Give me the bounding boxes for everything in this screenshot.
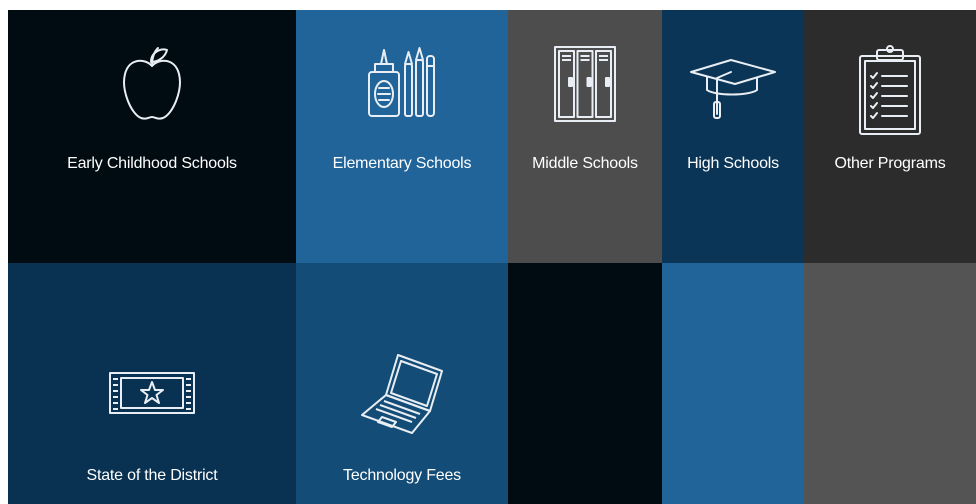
- school-supplies-icon: [365, 44, 439, 124]
- tile-early-childhood-schools[interactable]: Early Childhood Schools: [8, 10, 296, 263]
- tile-high-schools[interactable]: High Schools: [662, 10, 804, 263]
- apple-icon: [117, 44, 187, 124]
- tile-other-programs[interactable]: Other Programs: [804, 10, 976, 263]
- ticket-star-icon: [107, 369, 197, 417]
- tile-technology-fees[interactable]: Technology Fees: [296, 263, 508, 504]
- empty-tile: [804, 263, 976, 504]
- empty-tile: [508, 263, 662, 504]
- tile-label: State of the District: [86, 467, 218, 484]
- program-tile-grid: Early Childhood Schools Elementary Schoo…: [8, 10, 976, 504]
- tile-label: Middle Schools: [532, 155, 638, 172]
- tile-middle-schools[interactable]: Middle Schools: [508, 10, 662, 263]
- tile-label: High Schools: [687, 155, 779, 172]
- laptop-icon: [358, 351, 446, 437]
- tile-state-of-the-district[interactable]: State of the District: [8, 263, 296, 504]
- clipboard-icon: [857, 44, 923, 136]
- graduation-cap-icon: [687, 44, 779, 124]
- tile-label: Technology Fees: [343, 467, 461, 484]
- tile-label: Elementary Schools: [332, 155, 472, 172]
- empty-tile: [662, 263, 804, 504]
- tile-elementary-schools[interactable]: Elementary Schools: [296, 10, 508, 263]
- tile-label: Other Programs: [834, 155, 946, 172]
- lockers-icon: [552, 44, 618, 124]
- tile-label: Early Childhood Schools: [67, 155, 237, 172]
